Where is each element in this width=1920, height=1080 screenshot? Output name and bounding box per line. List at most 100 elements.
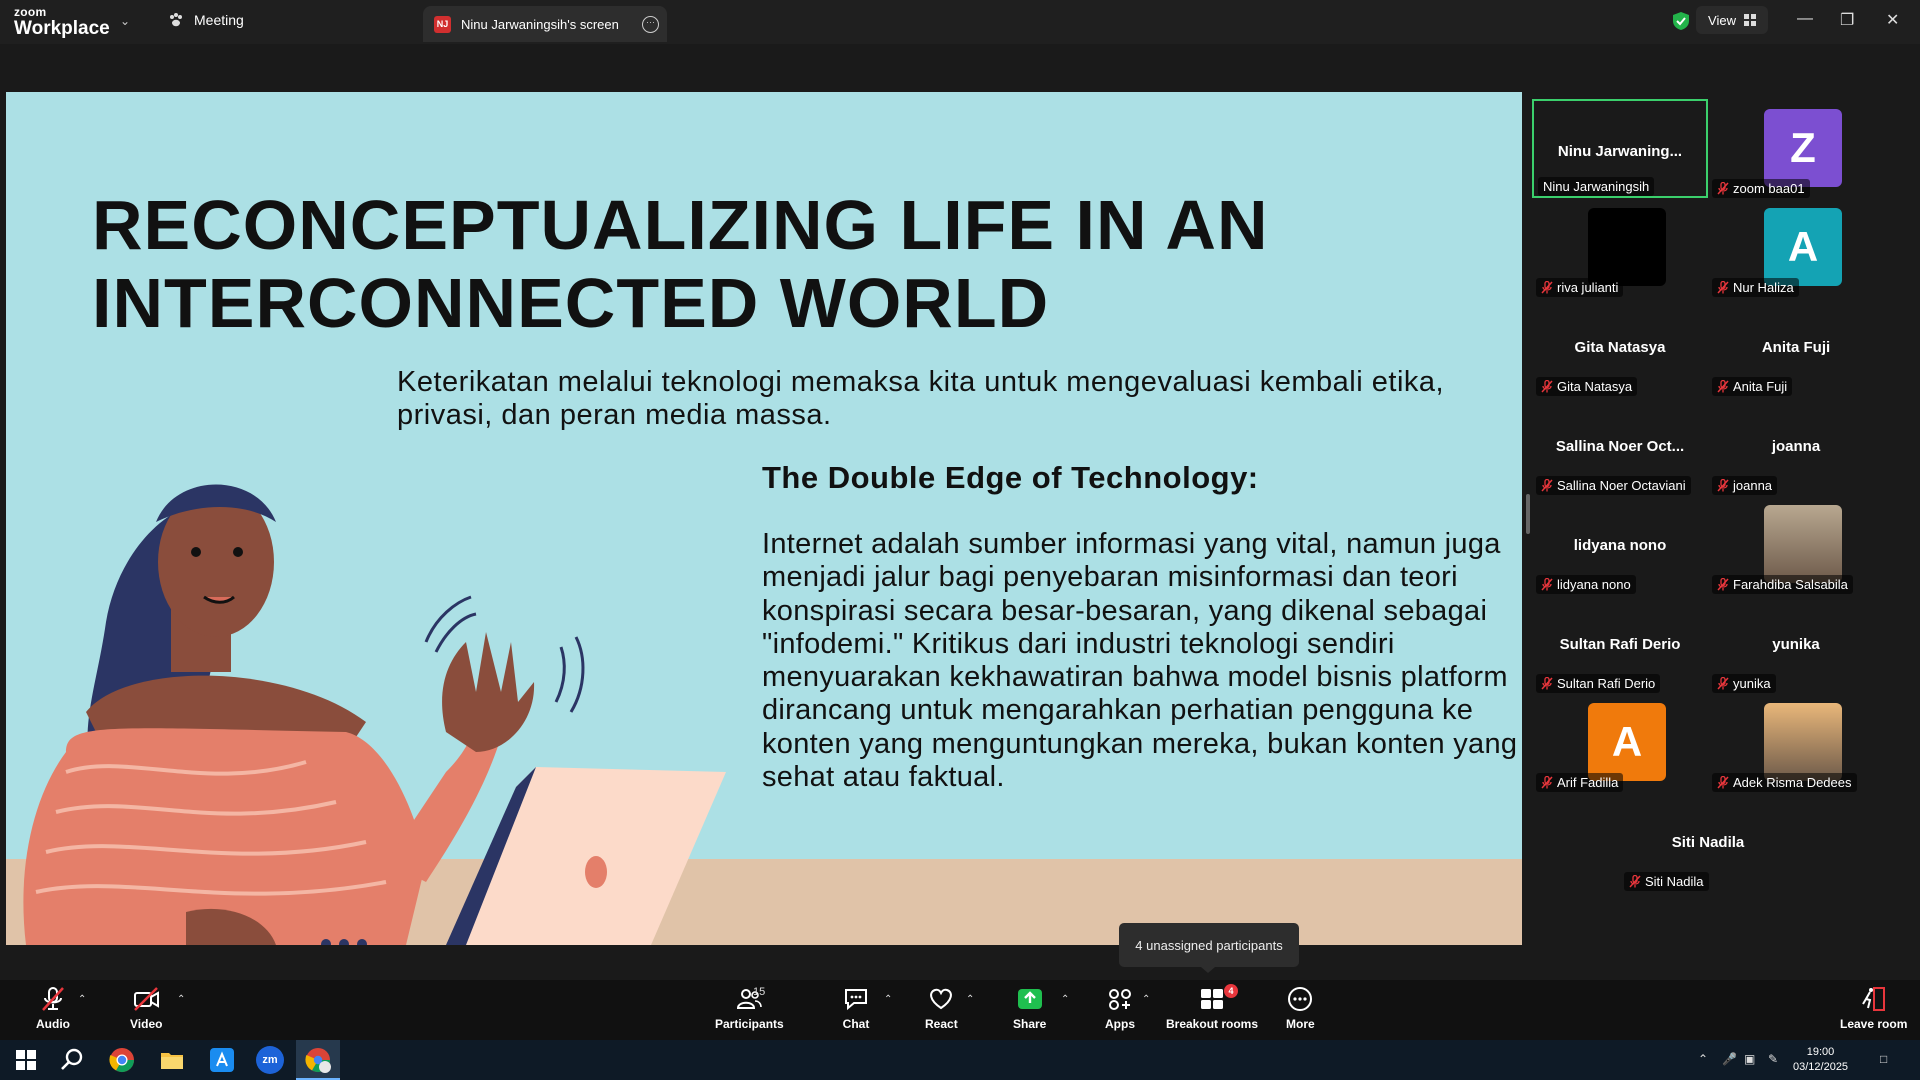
chat-label: Chat [842, 1017, 870, 1031]
slide-title-line1: RECONCEPTUALIZING LIFE IN AN [92, 186, 1269, 264]
clock-time: 19:00 [1806, 1046, 1835, 1058]
participant-tile[interactable]: Siti Nadila Siti Nadila [1620, 792, 1796, 891]
breakout-rooms-label: Breakout rooms [1166, 1017, 1259, 1031]
participant-display-name: Gita Natasya [1574, 339, 1666, 356]
participant-name-tag: Adek Risma Dedees [1712, 773, 1857, 792]
participant-display-name: lidyana nono [1573, 537, 1667, 554]
tab-meeting-label: Meeting [194, 12, 244, 28]
file-explorer-icon[interactable] [158, 1046, 186, 1074]
zoom-app-icon[interactable]: zm [256, 1046, 284, 1074]
participant-tile[interactable]: riva julianti [1532, 198, 1708, 297]
tray-expand-icon[interactable]: ⌃ [1698, 1052, 1708, 1066]
breakout-badge: 4 [1224, 984, 1239, 998]
participant-name-tag: Arif Fadilla [1536, 773, 1624, 792]
participant-name-label: Sultan Rafi Derio [1557, 676, 1656, 691]
participant-name-tag: joanna [1712, 476, 1778, 495]
brand-line1: zoom [14, 5, 47, 19]
share-options-caret[interactable]: ⌃ [1061, 994, 1069, 1005]
participant-display-name: joanna [1771, 438, 1821, 455]
react-button[interactable]: React [925, 986, 958, 1031]
participant-name-tag: lidyana nono [1536, 575, 1636, 594]
participant-tile[interactable]: Sallina Noer Oct... Sallina Noer Octavian… [1532, 396, 1708, 495]
participant-tile[interactable]: lidyana nono lidyana nono [1532, 495, 1708, 594]
participant-name-label: Farahdiba Salsabila [1733, 577, 1848, 592]
tab-shared-screen[interactable]: NJ Ninu Jarwaningsih's screen ··· [423, 6, 667, 42]
more-button[interactable]: More [1286, 986, 1315, 1031]
video-button[interactable]: Video [130, 986, 162, 1031]
participant-name-label: Sallina Noer Octaviani [1557, 478, 1686, 493]
participant-name-tag: Siti Nadila [1624, 872, 1709, 891]
chrome-zoom-icon[interactable] [304, 1046, 332, 1074]
participant-name-tag: Ninu Jarwaningsih [1538, 177, 1655, 196]
mic-muted-icon [1629, 875, 1641, 888]
close-icon[interactable]: ✕ [1886, 10, 1899, 30]
participant-avatar: A [1764, 208, 1842, 286]
mic-muted-icon [1541, 677, 1553, 690]
participants-label: Participants [715, 1017, 784, 1031]
participants-button[interactable]: 15 Participants [715, 986, 784, 1031]
title-bar: zoom Workplace ⌄ Meeting NJ Ninu Jarwani… [0, 0, 1920, 44]
apps-button[interactable]: Apps [1105, 986, 1135, 1031]
system-clock[interactable]: 19:00 03/12/2025 [1793, 1045, 1848, 1075]
share-button[interactable]: Share [1013, 986, 1046, 1031]
view-button[interactable]: View [1696, 6, 1768, 34]
audio-button[interactable]: Audio [36, 986, 70, 1031]
paw-icon [170, 13, 182, 27]
participant-name-tag: Sallina Noer Octaviani [1536, 476, 1691, 495]
participant-tile[interactable]: yunika yunika [1708, 594, 1884, 693]
restore-icon[interactable]: ❐ [1840, 10, 1854, 30]
notifications-icon[interactable]: □ [1880, 1052, 1887, 1066]
chrome-icon[interactable] [108, 1046, 136, 1074]
clock-date: 03/12/2025 [1793, 1061, 1849, 1073]
app-store-icon[interactable] [208, 1046, 236, 1074]
participant-name-label: riva julianti [1557, 280, 1619, 295]
slide-heading: The Double Edge of Technology: [762, 460, 1259, 495]
react-options-caret[interactable]: ⌃ [966, 994, 974, 1005]
breakout-rooms-button[interactable]: 4 Breakout rooms [1166, 984, 1259, 1031]
video-options-caret[interactable]: ⌃ [177, 994, 185, 1005]
chat-options-caret[interactable]: ⌃ [884, 994, 892, 1005]
shield-check-icon[interactable] [1672, 11, 1690, 31]
participant-tile[interactable]: A Nur Haliza [1708, 198, 1884, 297]
participant-tile[interactable]: Adek Risma Dedees [1708, 693, 1884, 792]
pen-icon[interactable]: ✎ [1768, 1052, 1778, 1066]
video-off-icon [134, 987, 160, 1011]
mic-muted-icon [1717, 677, 1729, 690]
participant-tile[interactable]: A Arif Fadilla [1532, 693, 1708, 792]
shared-screen-content: RECONCEPTUALIZING LIFE IN AN INTERCONNEC… [6, 92, 1522, 945]
participant-tile[interactable]: Farahdiba Salsabila [1708, 495, 1884, 594]
participant-tile[interactable]: Ninu Jarwaning... Ninu Jarwaningsih [1532, 99, 1708, 198]
participant-name-label: Siti Nadila [1645, 874, 1704, 889]
participant-tile[interactable]: Gita Natasya Gita Natasya [1532, 297, 1708, 396]
windows-start-icon[interactable] [12, 1046, 40, 1074]
search-icon[interactable] [58, 1046, 86, 1074]
apps-options-caret[interactable]: ⌃ [1142, 994, 1150, 1005]
mic-muted-icon [42, 987, 64, 1011]
participant-display-name: Ninu Jarwaning... [1557, 143, 1683, 160]
participant-display-name: Sultan Rafi Derio [1559, 636, 1681, 653]
participant-name-label: joanna [1733, 478, 1773, 493]
participant-tile[interactable]: Zzoom baa01 [1708, 99, 1884, 198]
participant-name-label: zoom baa01 [1733, 181, 1805, 196]
chevron-down-icon[interactable]: ⌄ [120, 14, 130, 28]
tab-meeting[interactable]: Meeting [168, 12, 244, 28]
audio-options-caret[interactable]: ⌃ [78, 994, 86, 1005]
mic-muted-icon [1541, 776, 1553, 789]
more-options-icon[interactable]: ··· [642, 16, 659, 33]
mic-muted-icon [1541, 479, 1553, 492]
minimize-icon[interactable]: — [1797, 10, 1813, 28]
microphone-icon[interactable]: 🎤 [1722, 1052, 1737, 1066]
participant-display-name: Siti Nadila [1671, 834, 1745, 851]
participant-tile[interactable]: joanna joanna [1708, 396, 1884, 495]
participant-tile[interactable]: Sultan Rafi Derio Sultan Rafi Derio [1532, 594, 1708, 693]
participant-name-tag: zoom baa01 [1712, 179, 1810, 198]
participant-tile[interactable]: Anita Fuji Anita Fuji [1708, 297, 1884, 396]
chat-button[interactable]: Chat [842, 986, 870, 1031]
participant-video-photo [1764, 505, 1842, 583]
network-icon[interactable]: ▣ [1744, 1052, 1755, 1066]
presenter-badge: NJ [434, 15, 451, 33]
share-label: Share [1013, 1017, 1047, 1031]
leave-room-button[interactable]: Leave room [1840, 986, 1907, 1031]
slide-subtitle: Keterikatan melalui teknologi memaksa ki… [397, 366, 1445, 431]
slide-title-line2: INTERCONNECTED WORLD [92, 264, 1050, 342]
